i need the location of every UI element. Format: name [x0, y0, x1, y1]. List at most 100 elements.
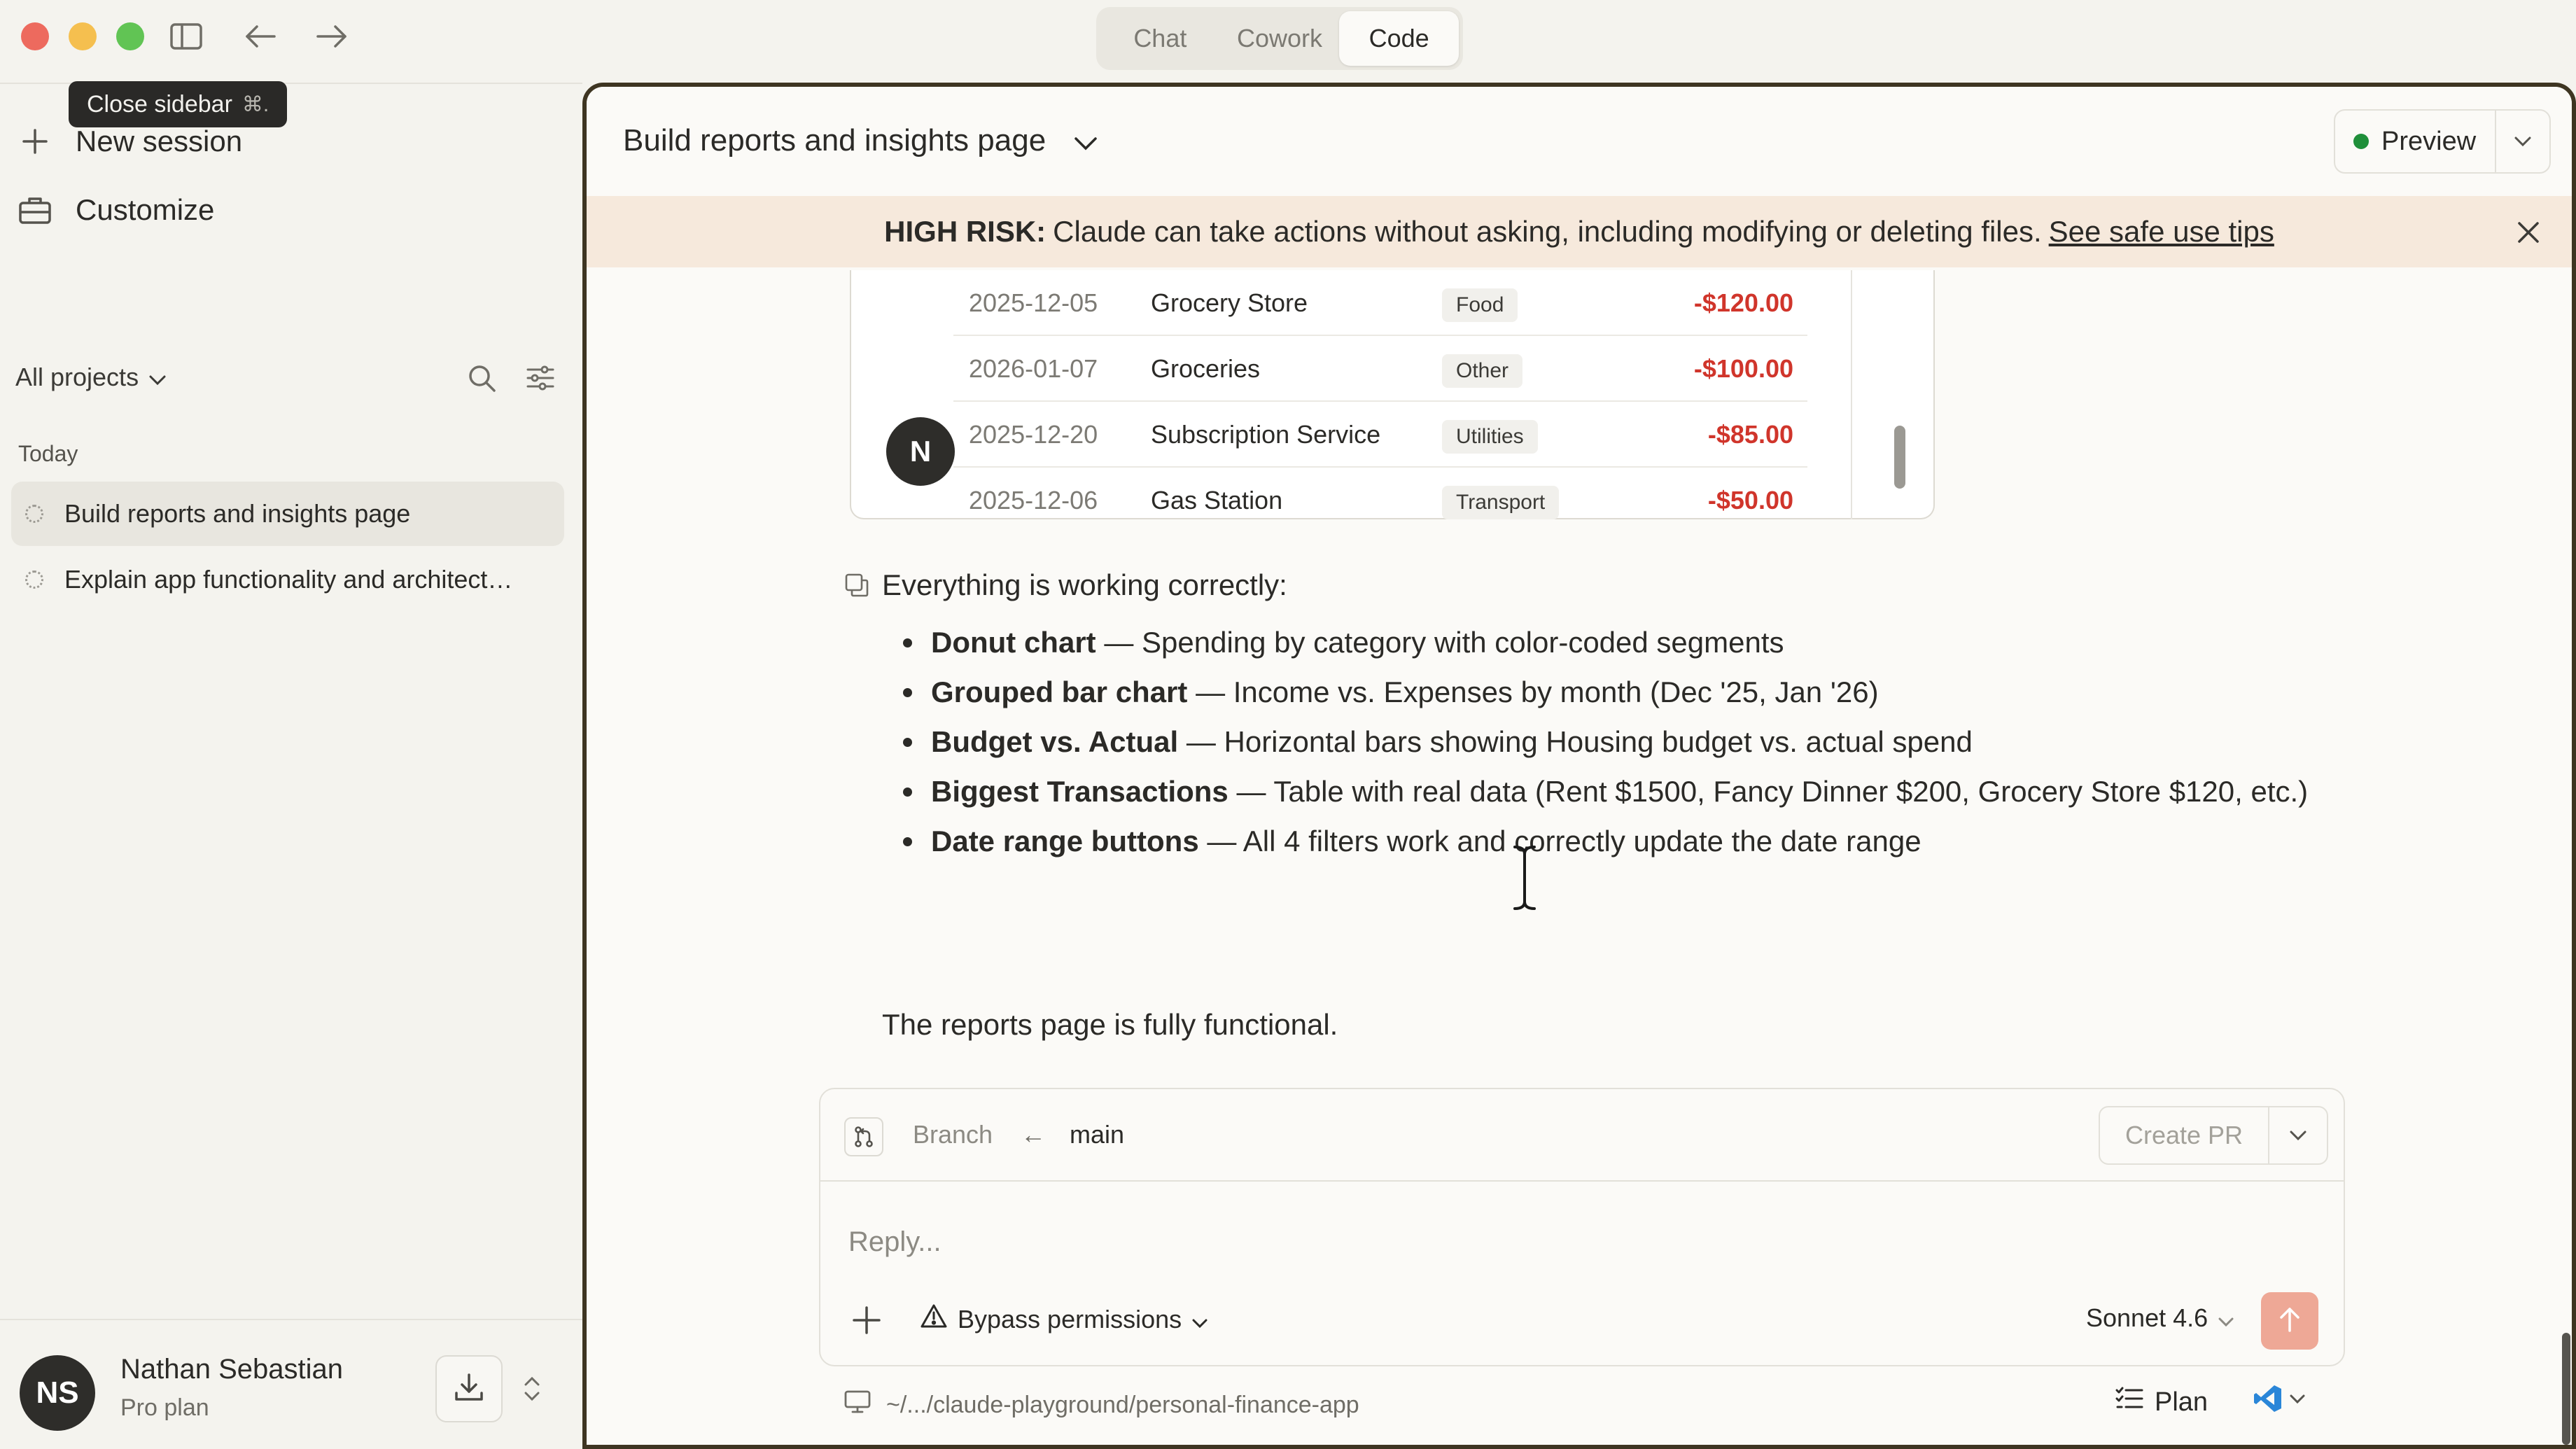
- reply-input[interactable]: [848, 1222, 2248, 1261]
- tooltip-text: Close sidebar: [87, 90, 232, 118]
- tab-cowork[interactable]: Cowork: [1220, 11, 1340, 66]
- user-name[interactable]: Nathan Sebastian: [120, 1354, 343, 1385]
- tx-amount: -$85.00: [1707, 420, 1793, 449]
- preview-split-button: Preview: [2334, 109, 2551, 174]
- table-row: 2026-01-07 Groceries Other -$100.00: [953, 336, 1807, 402]
- branch-name[interactable]: main: [1070, 1120, 1124, 1149]
- tx-date: 2025-12-20: [969, 420, 1098, 449]
- plan-list-icon: [2115, 1386, 2143, 1418]
- model-label: Sonnet 4.6: [2086, 1303, 2208, 1332]
- tx-description: Gas Station: [1151, 486, 1283, 514]
- session-item[interactable]: Explain app functionality and architect…: [11, 547, 564, 612]
- tx-description: Groceries: [1151, 354, 1261, 383]
- account-menu-toggle[interactable]: [515, 1366, 549, 1411]
- session-title-dropdown[interactable]: Build reports and insights page: [623, 123, 1098, 158]
- toolbox-icon: [15, 190, 55, 230]
- chevron-down-icon: [1191, 1305, 1208, 1334]
- main-scrollbar[interactable]: [2562, 1333, 2570, 1445]
- table-row: 2025-12-06 Gas Station Transport -$50.00: [953, 468, 1807, 533]
- tx-category-badge: Food: [1442, 288, 1518, 322]
- tx-category-badge: Utilities: [1442, 420, 1538, 454]
- warning-icon: [920, 1303, 948, 1335]
- user-bar: NS Nathan Sebastian Pro plan: [0, 1319, 582, 1449]
- copy-icon[interactable]: [844, 573, 872, 601]
- close-window-button[interactable]: [21, 22, 49, 50]
- forward-arrow-icon[interactable]: [312, 18, 351, 55]
- tx-description: Subscription Service: [1151, 420, 1381, 449]
- chevron-down-icon: [148, 363, 167, 392]
- create-pr-button[interactable]: Create PR: [2100, 1121, 2268, 1150]
- avatar[interactable]: NS: [20, 1355, 95, 1431]
- filter-icon[interactable]: [521, 358, 560, 398]
- zoom-window-button[interactable]: [116, 22, 144, 50]
- working-directory[interactable]: ~/.../claude-playground/personal-finance…: [844, 1390, 1359, 1420]
- plus-icon: [15, 122, 55, 161]
- tx-description: Grocery Store: [1151, 288, 1308, 317]
- customize-button[interactable]: Customize: [15, 190, 214, 230]
- branch-icon[interactable]: [844, 1117, 883, 1156]
- chevron-down-icon: [2289, 1394, 2306, 1407]
- permissions-label: Bypass permissions: [958, 1304, 1182, 1334]
- monitor-icon: [844, 1390, 871, 1420]
- page-title: Build reports and insights page: [623, 123, 1046, 158]
- user-plan: Pro plan: [120, 1394, 209, 1421]
- bullet-title: Donut chart: [931, 626, 1096, 659]
- send-button[interactable]: [2261, 1292, 2318, 1350]
- text-cursor-icon: [1511, 844, 1539, 911]
- search-icon[interactable]: [462, 358, 501, 398]
- new-session-label: New session: [76, 125, 243, 158]
- close-icon[interactable]: [2510, 214, 2547, 251]
- plan-button[interactable]: Plan: [2115, 1386, 2208, 1418]
- create-pr-split-button: Create PR: [2099, 1106, 2328, 1165]
- list-item: Grouped bar chart — Income vs. Expenses …: [903, 671, 2338, 713]
- session-status-icon: [25, 570, 43, 589]
- title-bar: Chat Cowork Code: [0, 0, 2576, 83]
- session-title: Build reports and insights page: [64, 499, 411, 528]
- session-title: Explain app functionality and architect…: [64, 565, 513, 594]
- bullet-text: — Income vs. Expenses by month (Dec '25,…: [1187, 676, 1879, 708]
- preview-button[interactable]: Preview: [2335, 127, 2495, 157]
- tab-chat[interactable]: Chat: [1100, 11, 1220, 66]
- high-risk-banner: HIGH RISK: Claude can take actions witho…: [587, 196, 2572, 267]
- open-in-editor-dropdown[interactable]: [2253, 1383, 2306, 1418]
- add-attachment-button[interactable]: [846, 1299, 888, 1341]
- branch-label: Branch: [913, 1120, 993, 1149]
- bullet-title: Grouped bar chart: [931, 676, 1188, 708]
- table-scrollbar[interactable]: [1894, 426, 1905, 489]
- tx-amount: -$50.00: [1707, 486, 1793, 514]
- bullet-text: — Spending by category with color-coded …: [1096, 626, 1784, 659]
- table-divider: [1851, 270, 1852, 519]
- project-filter-dropdown[interactable]: All projects: [15, 363, 167, 392]
- model-dropdown[interactable]: Sonnet 4.6: [2086, 1303, 2234, 1333]
- safe-use-tips-link[interactable]: See safe use tips: [2049, 215, 2274, 248]
- session-status-icon: [25, 505, 43, 523]
- tx-amount: -$100.00: [1693, 354, 1793, 383]
- bullet-text: — Horizontal bars showing Housing budget…: [1178, 725, 1973, 758]
- permissions-dropdown[interactable]: Bypass permissions: [920, 1303, 1208, 1335]
- tab-code[interactable]: Code: [1339, 11, 1460, 66]
- composer: Branch ← main Create PR Bypass permissio…: [819, 1088, 2345, 1366]
- bullet-title: Budget vs. Actual: [931, 725, 1179, 758]
- project-filter-label: All projects: [15, 363, 139, 391]
- close-sidebar-tooltip: Close sidebar ⌘.: [69, 81, 288, 127]
- tooltip-shortcut: ⌘.: [241, 92, 270, 116]
- vscode-icon: [2253, 1383, 2283, 1418]
- tx-category-badge: Transport: [1442, 486, 1560, 519]
- list-item: Donut chart — Spending by category with …: [903, 622, 2338, 664]
- preview-options-button[interactable]: [2495, 111, 2549, 172]
- status-dot-icon: [2353, 134, 2369, 149]
- bullet-title: Date range buttons: [931, 825, 1199, 858]
- new-session-button[interactable]: New session: [15, 122, 242, 161]
- minimize-window-button[interactable]: [69, 22, 97, 50]
- session-item[interactable]: Build reports and insights page: [11, 482, 564, 546]
- message-outro: The reports page is fully functional.: [882, 1008, 1338, 1041]
- back-arrow-icon[interactable]: [241, 18, 280, 55]
- create-pr-options-button[interactable]: [2268, 1107, 2327, 1163]
- branch-bar: Branch ← main Create PR: [820, 1089, 2344, 1182]
- risk-message: Claude can take actions without asking, …: [1053, 215, 2042, 248]
- tx-date: 2025-12-06: [969, 486, 1098, 514]
- sidebar-toggle-icon[interactable]: [167, 18, 206, 55]
- bullet-text: — All 4 filters work and correctly updat…: [1198, 825, 1921, 858]
- download-button[interactable]: [435, 1355, 503, 1422]
- plan-label: Plan: [2155, 1387, 2208, 1417]
